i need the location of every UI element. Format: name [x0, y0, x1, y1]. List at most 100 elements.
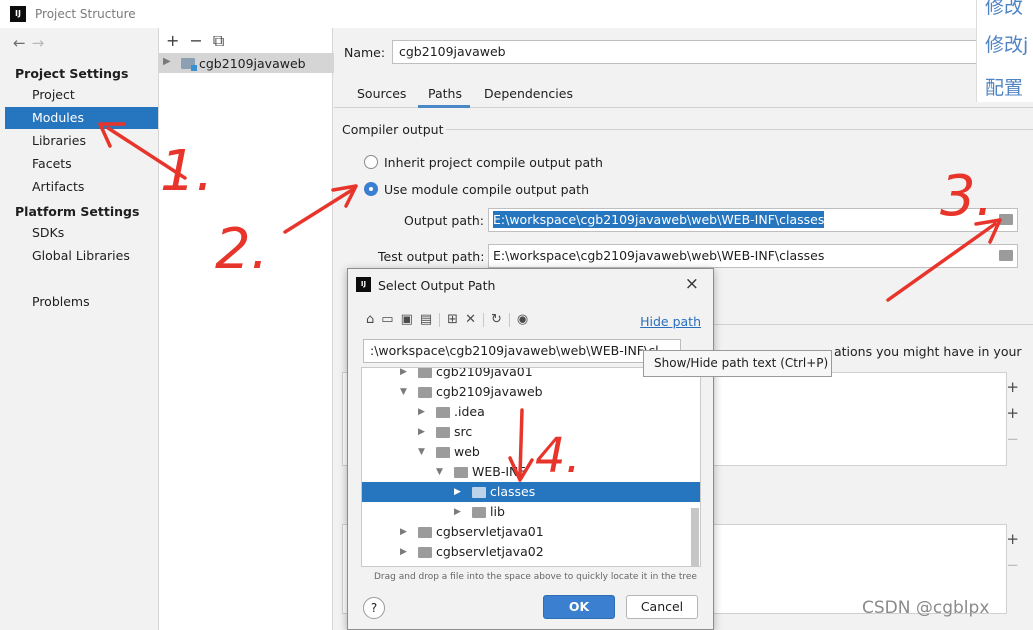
expand-arrow-icon[interactable]: ▶	[400, 368, 407, 382]
window-title: Project Structure	[35, 7, 136, 21]
expand-arrow-icon[interactable]: ▶	[400, 562, 407, 566]
folder-icon	[418, 387, 432, 398]
hide-path-link[interactable]: Hide path	[640, 314, 701, 329]
expand-arrow-icon[interactable]: ▶	[163, 56, 171, 67]
nav-item-libraries[interactable]: Libraries	[5, 130, 158, 152]
folder-icon	[436, 407, 450, 418]
collapse-arrow-icon[interactable]: ▼	[418, 442, 425, 462]
refresh-icon[interactable]: ↻	[491, 312, 502, 327]
project-folder-icon[interactable]: ▣	[401, 312, 413, 327]
expand-arrow-icon[interactable]: ▶	[418, 422, 425, 442]
nav-item-artifacts[interactable]: Artifacts	[5, 176, 158, 198]
file-tree: ▶ cgb2109java01 ▼ cgb2109javaweb ▶ .idea ▶ s…	[361, 367, 701, 567]
expand-arrow-icon[interactable]: ▶	[400, 542, 407, 562]
close-icon[interactable]: ×	[685, 274, 699, 294]
nav-item-modules[interactable]: Modules	[5, 107, 158, 129]
add-javadoc-icon[interactable]: +	[1006, 530, 1019, 548]
collapse-arrow-icon[interactable]: ▼	[400, 382, 407, 402]
nav-item-problems[interactable]: Problems	[5, 291, 158, 313]
browse-folder-icon[interactable]	[999, 214, 1013, 225]
title-bar: IJ Project Structure	[0, 0, 1033, 28]
nav-item-global-libraries[interactable]: Global Libraries	[5, 245, 158, 267]
browse-test-folder-icon[interactable]	[999, 250, 1013, 261]
expand-arrow-icon[interactable]: ▶	[454, 482, 461, 502]
test-output-path-value: E:\workspace\cgb2109javaweb\web\WEB-INF\…	[493, 248, 825, 263]
expand-arrow-icon[interactable]: ▶	[400, 522, 407, 542]
output-path-field[interactable]: E:\workspace\cgb2109javaweb\web\WEB-INF\…	[488, 208, 1018, 232]
tab-dependencies[interactable]: Dependencies	[484, 86, 573, 101]
remove-javadoc-icon[interactable]: −	[1006, 556, 1019, 574]
add-exclude-icon[interactable]: +	[1006, 378, 1019, 396]
show-hidden-icon[interactable]: ◉	[517, 312, 528, 327]
output-path-label: Output path:	[404, 213, 485, 228]
home-icon[interactable]: ⌂	[366, 312, 374, 327]
csdn-watermark: CSDN @cgblpx	[862, 598, 990, 618]
tree-item[interactable]: ▶ .idea	[362, 402, 700, 422]
radio-module-path[interactable]	[364, 182, 378, 196]
module-row[interactable]: ▶ cgb2109javaweb	[159, 53, 334, 73]
nav-item-facets[interactable]: Facets	[5, 153, 158, 175]
heading-project-settings: Project Settings	[15, 66, 129, 81]
section-divider	[446, 129, 1033, 130]
tab-paths[interactable]: Paths	[428, 86, 462, 101]
show-hide-path-tooltip: Show/Hide path text (Ctrl+P)	[643, 350, 832, 377]
copy-icon[interactable]: ⧉	[213, 31, 224, 50]
tree-item[interactable]: ▶ cgbservletjava01	[362, 522, 700, 542]
exclude-description-partial: ations you might have in your	[834, 344, 1022, 359]
back-arrow-icon[interactable]: ←	[13, 34, 32, 52]
tree-item[interactable]: ▶ cgbservletjava02	[362, 542, 700, 562]
module-name: cgb2109javaweb	[199, 56, 306, 71]
radio-module-label[interactable]: Use module compile output path	[384, 182, 589, 197]
radio-inherit-label[interactable]: Inherit project compile output path	[384, 155, 603, 170]
nav-item-sdks[interactable]: SDKs	[5, 222, 158, 244]
folder-icon	[472, 507, 486, 518]
help-button[interactable]: ?	[363, 597, 385, 619]
tree-item[interactable]: ▶gitee	[362, 562, 700, 566]
new-folder-icon[interactable]: ⊞	[447, 312, 458, 327]
tree-scrollbar[interactable]	[691, 508, 699, 566]
expand-arrow-icon[interactable]: ▶	[418, 402, 425, 422]
module-name-input[interactable]: cgb2109javaweb	[392, 40, 1010, 64]
active-tab-indicator	[418, 105, 470, 108]
test-output-path-label: Test output path:	[378, 249, 485, 264]
module-folder-icon[interactable]: ▤	[420, 312, 432, 327]
collapse-arrow-icon[interactable]: ▼	[436, 462, 443, 482]
tree-item[interactable]: ▼ cgb2109javaweb	[362, 382, 700, 402]
expand-arrow-icon[interactable]: ▶	[454, 502, 461, 522]
desktop-icon[interactable]: ▭	[381, 312, 393, 327]
delete-icon[interactable]: ✕	[465, 312, 476, 327]
folder-icon	[472, 487, 486, 498]
name-label: Name:	[344, 45, 386, 60]
tab-sources[interactable]: Sources	[357, 86, 406, 101]
cancel-button[interactable]: Cancel	[626, 595, 698, 619]
folder-icon	[436, 447, 450, 458]
section-divider-2	[714, 324, 1033, 325]
compiler-output-heading: Compiler output	[342, 122, 444, 137]
remove-icon[interactable]: −	[189, 31, 202, 50]
tree-item[interactable]: ▶ src	[362, 422, 700, 442]
add-icon[interactable]: +	[166, 31, 179, 50]
tree-item[interactable]: ▶ lib	[362, 502, 700, 522]
tree-item[interactable]: ▼ WEB-INF	[362, 462, 700, 482]
folder-icon	[418, 368, 432, 378]
remove-exclude-icon[interactable]: −	[1006, 430, 1019, 448]
radio-inherit[interactable]	[364, 155, 378, 169]
tree-item-selected[interactable]: ▶ classes	[362, 482, 700, 502]
tree-item[interactable]: ▼ web	[362, 442, 700, 462]
forward-arrow-icon[interactable]: →	[32, 34, 51, 52]
add-exclude-pattern-icon[interactable]: +	[1006, 404, 1019, 422]
dialog-path-input[interactable]: :\workspace\cgb2109javaweb\web\WEB-INF\c…	[363, 339, 681, 363]
ok-button[interactable]: OK	[543, 595, 615, 619]
toolbar-separator	[439, 312, 441, 327]
nav-arrows: ←→	[13, 34, 50, 52]
test-output-path-field[interactable]: E:\workspace\cgb2109javaweb\web\WEB-INF\…	[488, 244, 1018, 268]
background-webpage-fragment: 修改 修改j 配置	[976, 0, 1033, 102]
dialog-app-icon: IJ	[356, 277, 371, 292]
nav-item-project[interactable]: Project	[5, 84, 158, 106]
module-tabs: Sources Paths Dependencies	[334, 76, 1033, 108]
drag-drop-hint: Drag and drop a file into the space abov…	[374, 572, 697, 582]
dialog-title: Select Output Path	[378, 278, 496, 293]
background-text-2: 修改j	[985, 34, 1029, 56]
folder-icon	[454, 467, 468, 478]
modules-panel: + − ⧉ ▶ cgb2109javaweb	[158, 28, 334, 630]
